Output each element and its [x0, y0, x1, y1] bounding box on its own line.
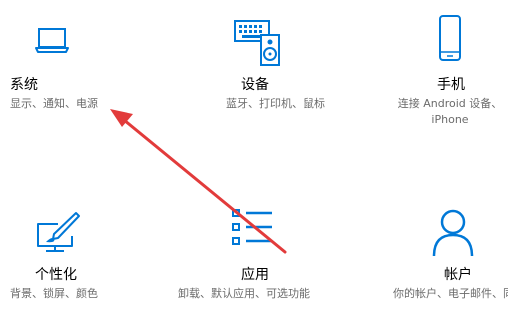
tile-title-personalization: 个性化 — [35, 267, 77, 283]
person-icon — [430, 206, 476, 262]
phone-icon — [438, 14, 462, 68]
settings-tile-personalization[interactable]: 个性化 背景、锁屏、颜色 — [0, 200, 160, 332]
tile-description-personalization: 背景、锁屏、颜色 — [10, 287, 98, 300]
apps-list-icon — [230, 206, 278, 260]
tile-title-system: 系统 — [10, 77, 38, 93]
tile-description-apps: 卸载、默认应用、可选功能 — [178, 287, 310, 300]
tile-description-accounts: 你的帐户、电子邮件、同步 — [393, 287, 508, 300]
tile-title-accounts: 帐户 — [444, 267, 472, 283]
laptop-icon — [34, 26, 74, 60]
tile-description-system: 显示、通知、电源 — [10, 97, 98, 110]
paint-monitor-icon — [32, 210, 82, 260]
keyboard-speaker-icon — [233, 17, 283, 71]
tile-title-devices: 设备 — [241, 77, 269, 93]
tile-title-phone: 手机 — [437, 77, 465, 93]
settings-tile-devices[interactable]: 设备 蓝牙、打印机、鼠标 — [200, 0, 360, 130]
settings-tile-apps[interactable]: 应用 卸载、默认应用、可选功能 — [170, 200, 340, 332]
settings-tile-system[interactable]: 系统 显示、通知、电源 — [0, 0, 160, 130]
tile-title-apps: 应用 — [241, 267, 269, 283]
settings-tile-phone[interactable]: 手机 连接 Android 设备、iPhone — [380, 0, 508, 135]
tile-description-devices: 蓝牙、打印机、鼠标 — [226, 97, 325, 110]
settings-tile-accounts[interactable]: 帐户 你的帐户、电子邮件、同步 — [380, 200, 508, 332]
tile-description-phone: 连接 Android 设备、iPhone — [397, 97, 503, 126]
